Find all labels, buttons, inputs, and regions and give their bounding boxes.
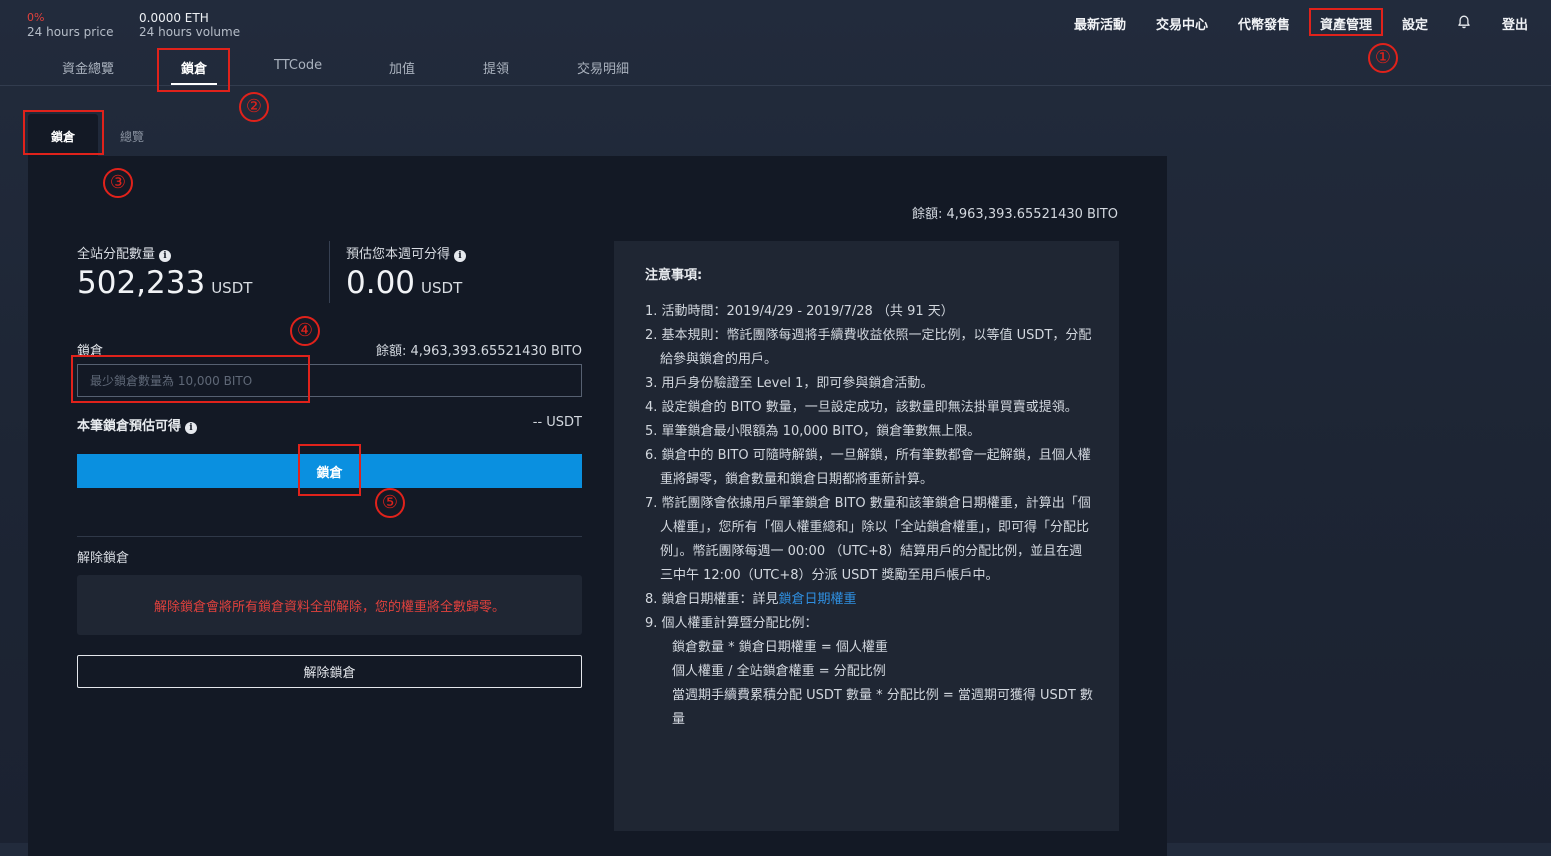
site-distribution-amount: 502,233 USDT [77,265,252,301]
notice-formula: 當週期手續費累積分配 USDT 數量 * 分配比例 = 當週期可獲得 USDT … [672,688,1093,727]
subnav-deposit[interactable]: 加值 [389,58,415,77]
topnav-settings[interactable]: 設定 [1402,14,1428,33]
stats-divider [329,241,330,303]
notice-item: 5. 單筆鎖倉最小限額為 10,000 BITO，鎖倉筆數無上限。 [645,424,981,439]
weekly-estimate-label: 預估您本週可分得 i [346,243,467,262]
volume-label: 24 hours volume [139,25,241,39]
notice-item: 4. 設定鎖倉的 BITO 數量，一旦設定成功，該數量即無法掛單買賣或提領。 [645,400,1078,415]
site-distribution-unit: USDT [211,279,253,297]
lock-estimate-value: -- USDT [532,415,582,430]
site-distribution-label: 全站分配數量 i [77,243,172,262]
subnav-divider [0,85,1551,86]
annotation-number-3: ③ [103,168,133,198]
annotation-number-2: ② [239,92,269,122]
unlock-warning-text: 解除鎖倉會將所有鎖倉資料全部解除，您的權重將全數歸零。 [153,599,505,615]
price-label: 24 hours price [27,25,114,39]
volume-value: 0.0000 ETH [139,11,209,25]
notice-formula: 鎖倉數量 * 鎖倉日期權重 = 個人權重 [672,640,888,655]
weekly-estimate-value: 0.00 [346,265,416,301]
annotation-box-1 [1309,8,1383,36]
unlock-label: 解除鎖倉 [77,551,130,566]
notice-item: 9. 個人權重計算暨分配比例： [645,616,818,631]
price-change-percent: 0% [27,11,45,24]
notice-item: 1. 活動時間：2019/4/29 - 2019/7/28 （共 91 天） [645,304,954,319]
lock-date-weight-link[interactable]: 鎖倉日期權重 [779,592,857,607]
notice-list: 1. 活動時間：2019/4/29 - 2019/7/28 （共 91 天） 2… [645,300,1095,732]
topnav-latest-events[interactable]: 最新活動 [1074,14,1126,33]
topnav-logout[interactable]: 登出 [1502,14,1528,33]
annotation-box-4 [71,355,310,403]
info-icon[interactable]: i [454,250,467,262]
tab-overview[interactable]: 總覽 [120,128,144,145]
bell-icon[interactable] [1456,14,1472,30]
site-distribution-value: 502,233 [77,265,206,301]
lock-estimate-label: 本筆鎖倉預估可得 i [77,415,198,434]
info-icon[interactable]: i [159,250,172,262]
notice-item: 3. 用戶身份驗證至 Level 1，即可參與鎖倉活動。 [645,376,934,391]
weekly-estimate-unit: USDT [421,279,463,297]
notice-item: 2. 基本規則：幣託團隊每週將手續費收益依照一定比例，以等值 USDT，分配給參… [645,328,1092,367]
panel-balance: 餘額: 4,963,393.65521430 BITO [911,207,1118,222]
notice-formula: 個人權重 / 全站鎖倉權重 = 分配比例 [672,664,886,679]
unlock-warning: 解除鎖倉會將所有鎖倉資料全部解除，您的權重將全數歸零。 [77,575,582,635]
notice-item: 8. 鎖倉日期權重：詳見鎖倉日期權重 [645,592,857,607]
subnav-withdraw[interactable]: 提領 [483,58,509,77]
topnav-token-sale[interactable]: 代幣發售 [1238,14,1290,33]
annotation-number-5: ⑤ [375,488,405,518]
notice-item: 6. 鎖倉中的 BITO 可隨時解鎖，一旦解鎖，所有筆數都會一起解鎖，且個人權重… [645,448,1091,487]
annotation-box-3 [23,110,104,155]
subnav-funds-overview[interactable]: 資金總覽 [62,58,114,77]
annotation-box-2 [157,48,230,92]
subnav-ttcode[interactable]: TTCode [274,58,322,73]
unlock-button[interactable]: 解除鎖倉 [77,655,582,688]
subnav-transaction-details[interactable]: 交易明細 [577,58,629,77]
info-icon[interactable]: i [185,422,198,434]
notice-item: 7. 幣託團隊會依據用戶單筆鎖倉 BITO 數量和該筆鎖倉日期權重，計算出「個人… [645,496,1091,583]
annotation-number-1: ① [1368,43,1398,73]
annotation-box-5 [298,444,361,496]
topnav-trading-center[interactable]: 交易中心 [1156,14,1208,33]
weekly-estimate-amount: 0.00 USDT [346,265,462,301]
annotation-number-4: ④ [290,316,320,346]
lock-balance: 餘額: 4,963,393.65521430 BITO [375,344,582,359]
notice-title: 注意事項: [645,268,703,283]
section-divider [77,536,582,537]
